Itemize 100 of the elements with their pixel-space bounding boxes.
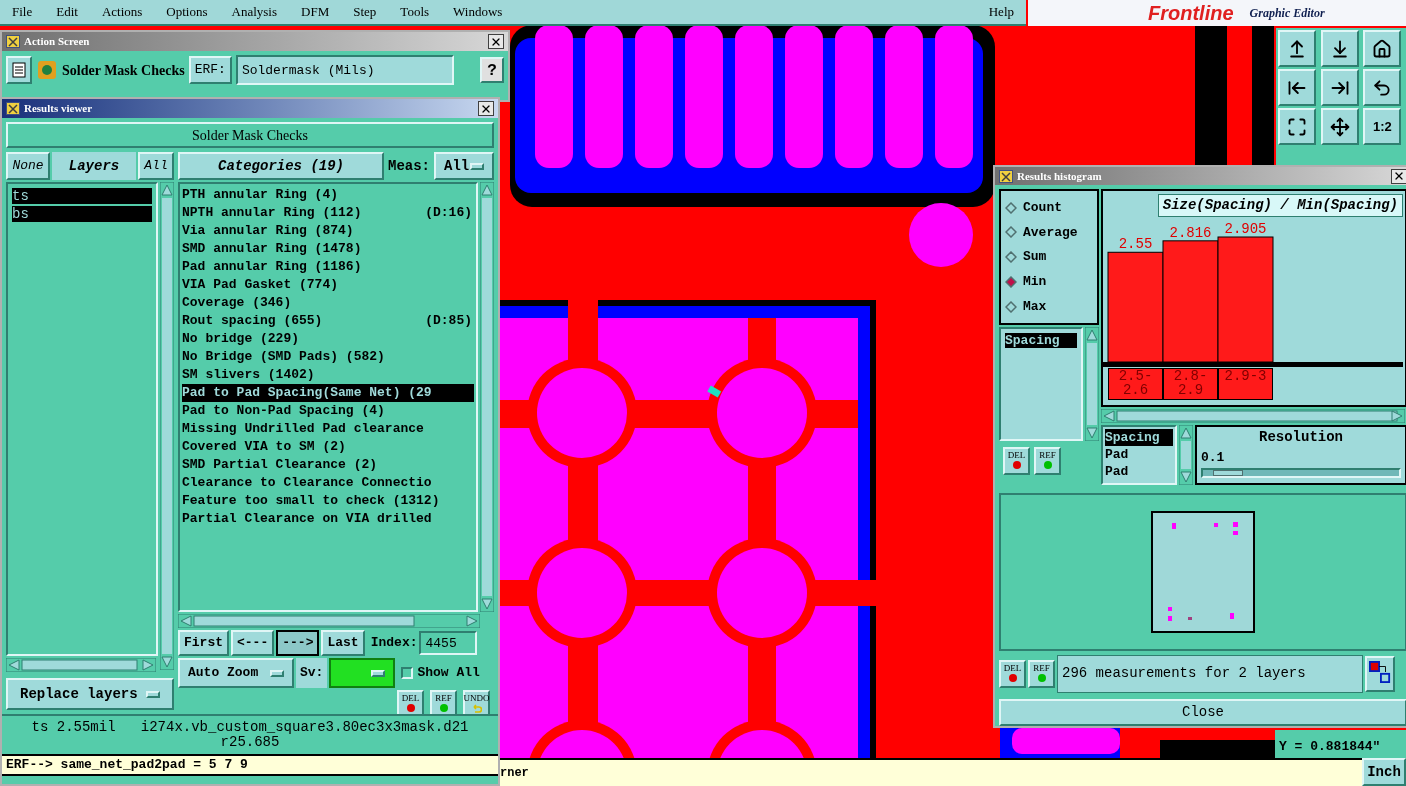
menu-item[interactable]: File bbox=[12, 2, 33, 22]
category-item[interactable]: Pad to Non-Pad Spacing (4) bbox=[182, 402, 474, 420]
menu-item[interactable]: Options bbox=[166, 2, 208, 22]
attribute-item[interactable]: Spacing bbox=[1105, 429, 1173, 447]
category-item[interactable]: Rout spacing (655) (D:85) bbox=[182, 312, 474, 330]
category-item[interactable]: SMD Partial Clearance (2) bbox=[182, 456, 474, 474]
index-field[interactable]: 4455 bbox=[419, 631, 478, 655]
list-view-button[interactable] bbox=[6, 56, 32, 84]
category-item[interactable]: No Bridge (SMD Pads) (582) bbox=[182, 348, 474, 366]
menu-item[interactable]: Help bbox=[988, 2, 1014, 22]
category-item[interactable]: SM slivers (1402) bbox=[182, 366, 474, 384]
menu-item[interactable]: DFM bbox=[301, 2, 330, 22]
mode-radio[interactable]: Max bbox=[1005, 297, 1097, 317]
category-item[interactable]: Partial Clearance on VIA drilled bbox=[182, 510, 474, 528]
zoom-mode-dropdown[interactable]: Auto Zoom bbox=[178, 658, 294, 688]
field-item[interactable]: Spacing bbox=[1005, 333, 1077, 349]
meas-dropdown[interactable]: All bbox=[434, 152, 494, 180]
vertical-scrollbar[interactable] bbox=[160, 182, 174, 670]
none-button[interactable]: None bbox=[6, 152, 50, 180]
attribute-item[interactable]: Pad bbox=[1105, 463, 1173, 481]
layer-item[interactable]: bs bbox=[12, 206, 152, 222]
category-item[interactable]: VIA Pad Gasket (774) bbox=[182, 276, 474, 294]
tool-button[interactable]: DEL bbox=[1003, 447, 1030, 476]
category-item[interactable]: Via annular Ring (874) bbox=[182, 222, 474, 240]
category-item[interactable]: Feature too small to check (1312) bbox=[182, 492, 474, 510]
horizontal-scrollbar[interactable] bbox=[178, 614, 480, 628]
nav-button[interactable]: ---> bbox=[276, 630, 320, 656]
check-set-label: Solder Mask Checks bbox=[62, 61, 185, 80]
category-item[interactable]: No bridge (229) bbox=[182, 330, 474, 348]
meas-label: Meas: bbox=[388, 156, 430, 176]
nav-button[interactable]: <--- bbox=[231, 630, 275, 656]
chart-title: Size(Spacing) / Min(Spacing) bbox=[1157, 194, 1403, 218]
show-all-checkbox[interactable] bbox=[401, 667, 414, 679]
export-button[interactable] bbox=[1365, 655, 1395, 692]
mode-radio[interactable]: Average bbox=[1005, 222, 1097, 243]
category-item[interactable]: PTH annular Ring (4) bbox=[182, 186, 474, 204]
category-label: 2.5-2.6 bbox=[1108, 368, 1163, 401]
vertical-scrollbar[interactable] bbox=[1085, 327, 1099, 442]
list-icon bbox=[12, 62, 26, 78]
value-label: 2.816 bbox=[1169, 225, 1212, 242]
round-pad bbox=[909, 203, 973, 267]
category-item[interactable]: Covered VIA to SM (2) bbox=[182, 438, 474, 456]
attribute-item[interactable]: Pad bbox=[1105, 446, 1173, 464]
dropdown-caret-icon bbox=[371, 669, 386, 677]
help-button[interactable]: ? bbox=[480, 57, 504, 83]
all-button[interactable]: All bbox=[138, 152, 174, 180]
window-icon bbox=[6, 102, 20, 115]
mode-radio[interactable]: Min bbox=[1005, 272, 1097, 292]
radio-diamond-icon bbox=[1005, 201, 1017, 214]
category-item[interactable]: NPTH annular Ring (112) (D:16) bbox=[182, 204, 474, 222]
category-item[interactable]: Coverage (346) bbox=[182, 294, 474, 312]
category-label: 2.9-3 bbox=[1218, 368, 1273, 401]
nav-button[interactable]: First bbox=[178, 630, 229, 656]
close-window-button[interactable]: Close bbox=[999, 699, 1406, 726]
logo-brand: Frontline bbox=[1148, 2, 1234, 24]
toolbar-button[interactable]: 1:2 bbox=[1363, 108, 1402, 145]
menu-item[interactable]: Edit bbox=[56, 2, 78, 22]
toolbar-button[interactable] bbox=[1363, 69, 1402, 106]
horizontal-scrollbar[interactable] bbox=[6, 658, 156, 672]
menu-item[interactable]: Analysis bbox=[231, 2, 278, 22]
toolbar-button[interactable] bbox=[1363, 30, 1402, 67]
units-button[interactable]: Inch bbox=[1362, 758, 1406, 786]
nav-button[interactable]: Last bbox=[321, 630, 365, 656]
toolbar-button[interactable] bbox=[1278, 108, 1316, 145]
toolbar-button[interactable] bbox=[1320, 108, 1359, 145]
mode-radio[interactable]: Count bbox=[1005, 197, 1097, 218]
toolbar-button[interactable] bbox=[1278, 69, 1316, 106]
category-item[interactable]: SMD annular Ring (1478) bbox=[182, 240, 474, 258]
radio-diamond-icon bbox=[1005, 251, 1017, 264]
category-item[interactable]: Pad annular Ring (1186) bbox=[182, 258, 474, 276]
summary-text: 296 measurements for 2 layers bbox=[1057, 654, 1363, 693]
severity-dropdown[interactable] bbox=[329, 658, 396, 688]
radio-diamond-icon bbox=[1005, 226, 1017, 239]
category-item[interactable]: Clearance to Clearance Connectio bbox=[182, 474, 474, 492]
mode-radio[interactable]: Sum bbox=[1005, 247, 1097, 267]
vertical-scrollbar[interactable] bbox=[1179, 425, 1193, 486]
close-button[interactable] bbox=[1391, 168, 1406, 184]
layer-item[interactable]: ts bbox=[12, 188, 152, 204]
toolbar-button[interactable] bbox=[1278, 30, 1316, 67]
erf-button[interactable]: ERF: bbox=[188, 56, 232, 84]
tool-button[interactable]: DEL bbox=[999, 659, 1026, 688]
tool-button[interactable]: REF bbox=[1028, 659, 1055, 688]
status-message: rner bbox=[500, 765, 529, 782]
mask-icon bbox=[36, 59, 58, 81]
close-button[interactable] bbox=[478, 101, 494, 116]
toolbar-button[interactable] bbox=[1320, 30, 1359, 67]
menu-item[interactable]: Tools bbox=[400, 2, 430, 22]
vertical-scrollbar[interactable] bbox=[480, 182, 494, 612]
tool-button[interactable]: REF bbox=[1034, 447, 1061, 476]
close-button[interactable] bbox=[488, 34, 504, 49]
category-item[interactable]: Missing Undrilled Pad clearance bbox=[182, 420, 474, 438]
erf-field[interactable]: Soldermask (Mils) bbox=[235, 55, 454, 85]
menu-item[interactable]: Step bbox=[353, 2, 377, 22]
resolution-slider-thumb[interactable] bbox=[1212, 469, 1243, 476]
menu-item[interactable]: Windows bbox=[453, 2, 503, 22]
menu-item[interactable]: Actions bbox=[101, 2, 143, 22]
categories-button[interactable]: Categories (19) bbox=[178, 152, 384, 180]
replace-layers-dropdown[interactable]: Replace layers bbox=[6, 678, 174, 710]
category-item[interactable]: Pad to Pad Spacing(Same Net) (29 bbox=[182, 384, 474, 402]
toolbar-button[interactable] bbox=[1320, 69, 1359, 106]
